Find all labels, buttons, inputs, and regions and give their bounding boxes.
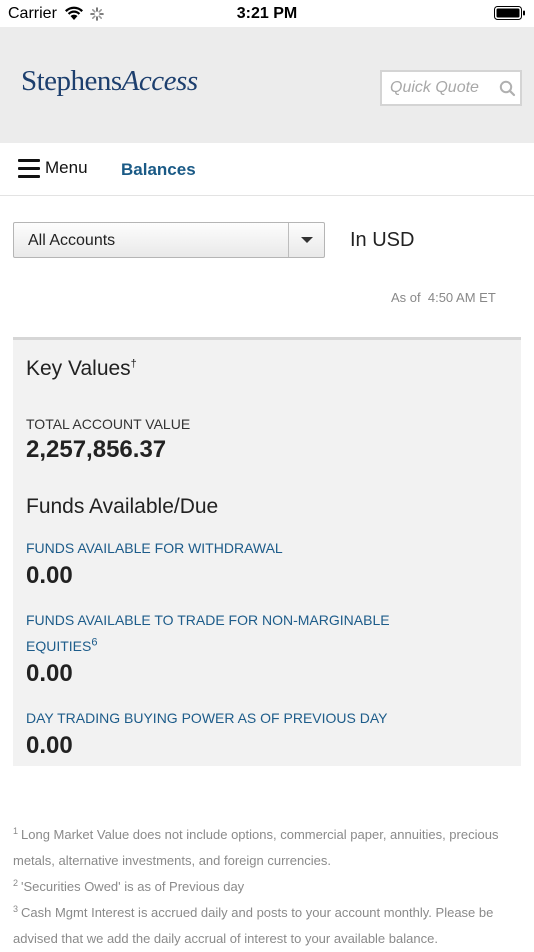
day-trading-power-value: 0.00 — [26, 732, 73, 759]
footnote-ref-6: 6 — [91, 636, 98, 649]
menu-icon — [18, 159, 40, 179]
funds-trade-value: 0.00 — [26, 660, 73, 687]
footnote-num: 3 — [13, 903, 19, 914]
status-bar: Carrier 3:21 PM — [0, 0, 534, 27]
footnote-num: 1 — [13, 825, 19, 836]
quick-quote-box — [380, 70, 522, 106]
footnote-1: 1 Long Market Value does not include opti… — [13, 822, 521, 874]
nav-bar: Menu Balances — [0, 143, 534, 196]
quick-quote-input[interactable] — [390, 72, 490, 104]
select-divider — [288, 223, 289, 257]
clock: 3:21 PM — [236, 5, 298, 22]
logo-text-access: Access — [121, 65, 198, 97]
funds-section-title: Funds Available/Due — [26, 495, 219, 518]
funds-withdrawal-label: FUNDS AVAILABLE FOR WITHDRAWAL — [26, 540, 283, 556]
account-select-value: All Accounts — [28, 232, 116, 249]
battery-icon — [494, 6, 525, 20]
as-of-time: 4:50 AM ET — [427, 290, 496, 305]
footnote-2: 2 'Securities Owed' is as of Previous day — [13, 874, 521, 900]
footnote-text: metals, alternative investments, and for… — [13, 853, 331, 868]
footnote-text: Long Market Value does not include optio… — [21, 827, 499, 842]
funds-trade-label-line2: EQUITIES6 — [26, 636, 98, 654]
footnote-text: Cash Mgmt Interest is accrued daily and … — [21, 905, 494, 920]
key-values-title: Key Values† — [26, 357, 137, 381]
footnote-3: 3 Cash Mgmt Interest is accrued daily and… — [13, 900, 521, 952]
footnotes: 1 Long Market Value does not include opti… — [13, 822, 521, 952]
logo-text-stephens: Stephens — [21, 65, 122, 97]
funds-withdrawal-value: 0.00 — [26, 562, 73, 589]
as-of-timestamp: As of 4:50 AM ET — [391, 290, 496, 305]
page-title: Balances — [121, 160, 196, 179]
total-account-value: 2,257,856.37 — [26, 436, 167, 463]
key-values-panel: Key Values† TOTAL ACCOUNT VALUE 2,257,85… — [13, 337, 521, 766]
footnote-num: 2 — [13, 877, 19, 888]
total-account-value-label: TOTAL ACCOUNT VALUE — [26, 416, 191, 432]
footnote-text: advised that we add the daily accrual of… — [13, 931, 438, 946]
account-select[interactable]: All Accounts — [13, 222, 325, 258]
stephens-access-logo[interactable]: StephensAccess — [21, 65, 198, 98]
key-values-title-text: Key Values — [26, 357, 131, 380]
as-of-label: As of — [391, 290, 421, 305]
dagger-mark: † — [130, 358, 137, 370]
footnote-text: 'Securities Owed' is as of Previous day — [21, 879, 245, 894]
app-header: StephensAccess — [0, 27, 534, 143]
menu-label: Menu — [45, 158, 88, 177]
day-trading-power-label: DAY TRADING BUYING POWER AS OF PREVIOUS … — [26, 710, 388, 726]
funds-trade-label-line1: FUNDS AVAILABLE TO TRADE FOR NON-MARGINA… — [26, 612, 390, 628]
currency-label: In USD — [350, 229, 415, 251]
funds-trade-label-text: EQUITIES — [26, 638, 92, 654]
chevron-down-icon — [301, 237, 313, 243]
search-icon[interactable] — [499, 80, 516, 97]
